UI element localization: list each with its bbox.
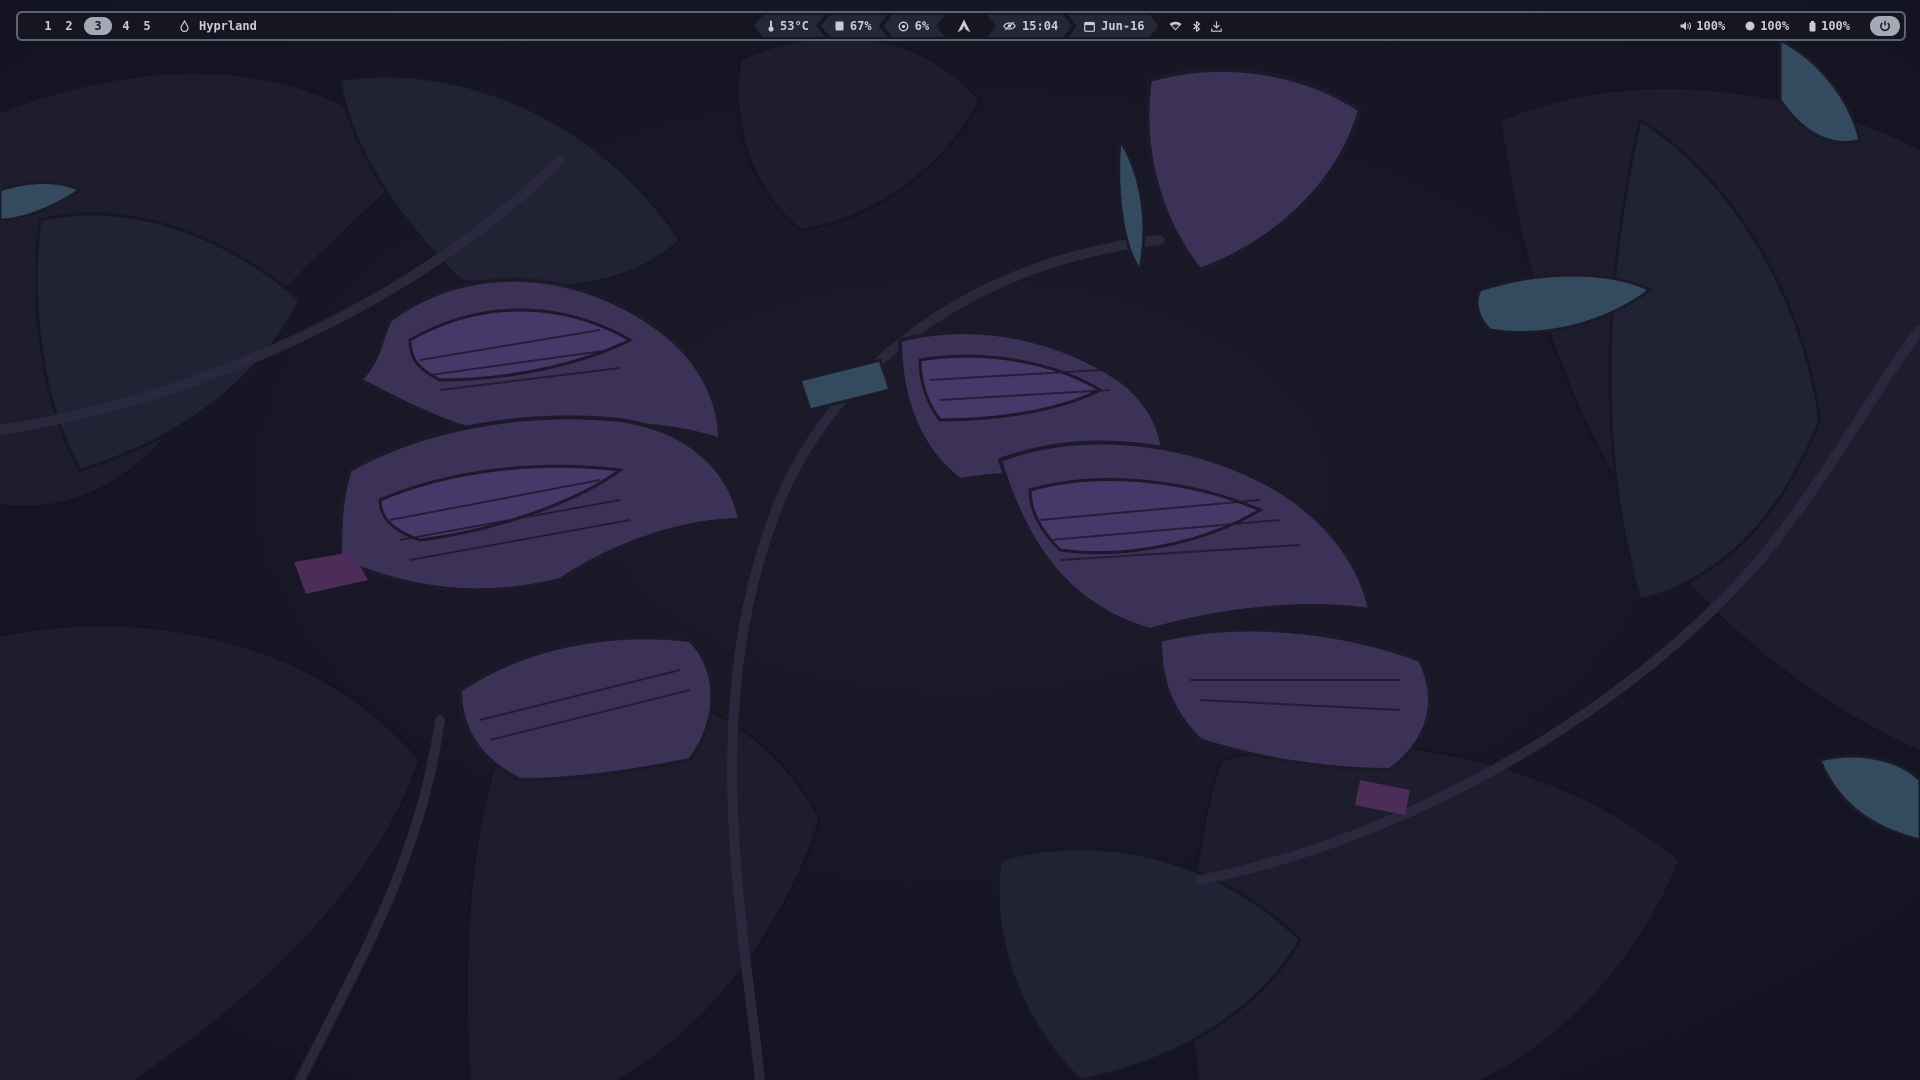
brightness-value: 100% <box>1760 19 1790 33</box>
thermometer-icon <box>768 20 774 32</box>
cpu-value: 6% <box>914 19 930 33</box>
power-icon <box>1879 20 1891 32</box>
cpu-icon <box>898 21 909 32</box>
speaker-icon <box>1680 21 1692 31</box>
bluetooth-icon[interactable] <box>1192 20 1201 32</box>
bar-center: 53°C 67% 6% 15:04 Jun-16 <box>754 14 1222 38</box>
battery-value: 100% <box>1821 19 1850 33</box>
temperature-value: 53°C <box>780 19 809 33</box>
memory-module[interactable]: 67% <box>821 15 888 37</box>
date-value: Jun-16 <box>1101 19 1145 33</box>
clock-value: 15:04 <box>1022 19 1059 33</box>
calendar-icon <box>1084 21 1095 32</box>
bar-right: 100% 100% 100% <box>1680 13 1900 39</box>
eye-icon <box>1003 21 1016 31</box>
desktop: 1 2 3 4 5 Hyprland 53°C 67% 6% 15:04 Jun… <box>0 0 1920 1080</box>
wallpaper <box>0 0 1920 1080</box>
date-module[interactable]: Jun-16 <box>1068 15 1158 37</box>
cpu-module[interactable]: 6% <box>884 15 945 37</box>
power-button[interactable] <box>1870 16 1900 36</box>
drop-icon <box>180 20 189 32</box>
system-tray <box>1169 20 1222 32</box>
clock-module[interactable]: 15:04 <box>987 15 1072 37</box>
temperature-module[interactable]: 53°C <box>754 15 825 37</box>
window-title-label: Hyprland <box>199 19 257 33</box>
bar-left: 1 2 3 4 5 Hyprland <box>38 13 257 39</box>
memory-value: 67% <box>849 19 872 33</box>
memory-icon <box>835 21 844 31</box>
workspace-button-5[interactable]: 5 <box>137 17 157 35</box>
wifi-icon[interactable] <box>1169 21 1182 31</box>
battery-icon <box>1809 20 1816 32</box>
workspace-button-3-active[interactable]: 3 <box>84 17 112 35</box>
arch-logo-icon <box>957 19 971 33</box>
top-bar: 1 2 3 4 5 Hyprland 53°C 67% 6% 15:04 Jun… <box>16 11 1906 41</box>
workspace-button-4[interactable]: 4 <box>116 17 136 35</box>
brightness-icon <box>1745 21 1755 31</box>
volume-value: 100% <box>1696 19 1726 33</box>
workspace-switcher: 1 2 3 4 5 <box>38 17 158 35</box>
brightness-module[interactable]: 100% <box>1745 19 1789 33</box>
download-icon[interactable] <box>1210 21 1222 32</box>
battery-module[interactable]: 100% <box>1809 19 1850 33</box>
workspace-button-1[interactable]: 1 <box>38 17 58 35</box>
workspace-button-2[interactable]: 2 <box>59 17 79 35</box>
volume-module[interactable]: 100% <box>1680 19 1725 33</box>
launcher-logo[interactable] <box>941 15 987 37</box>
active-window-title: Hyprland <box>180 19 257 33</box>
